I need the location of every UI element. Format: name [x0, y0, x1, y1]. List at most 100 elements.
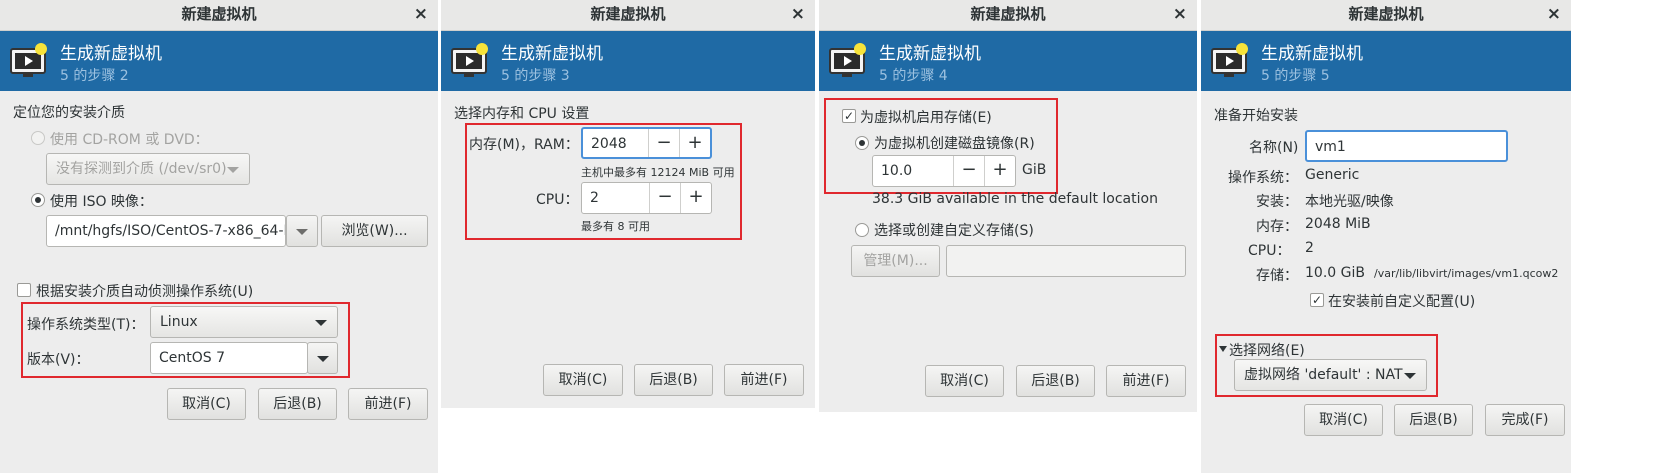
- memory-hint: 主机中最多有 12124 MiB 可用: [581, 166, 735, 179]
- close-icon[interactable]: ×: [414, 0, 428, 28]
- minus-button[interactable]: −: [648, 129, 679, 157]
- forward-button[interactable]: 前进(F): [1106, 365, 1186, 397]
- custom-storage-radio[interactable]: [855, 223, 869, 237]
- memory-value: 2048: [591, 136, 627, 152]
- install-label: 安装：: [1256, 194, 1298, 210]
- enable-storage-label: 为虚拟机启用存储(E): [860, 110, 992, 126]
- forward-button[interactable]: 前进(F): [348, 388, 428, 420]
- memory-value: 2048 MiB: [1305, 216, 1371, 232]
- os-value: Generic: [1305, 167, 1360, 183]
- vm-name-input[interactable]: vm1: [1305, 130, 1508, 162]
- plus-button[interactable]: +: [679, 129, 710, 157]
- cpu-value: 2: [590, 190, 599, 206]
- banner-step: 5 的步骤 2: [60, 68, 129, 84]
- customize-checkbox[interactable]: ✓: [1310, 293, 1324, 307]
- close-icon[interactable]: ×: [1173, 0, 1187, 28]
- cancel-button[interactable]: 取消(C): [167, 388, 246, 420]
- cdrom-combo[interactable]: 没有探测到介质 (/dev/sr0): [46, 153, 250, 185]
- memory-spinner[interactable]: 2048 − +: [581, 127, 712, 159]
- browse-button[interactable]: 浏览(W)...: [321, 215, 428, 247]
- dialog-step-3: 新建虚拟机 × 生成新虚拟机 5 的步骤 3 选择内存和 CPU 设置 内存(M…: [441, 0, 815, 408]
- install-value: 本地光驱/映像: [1305, 194, 1394, 210]
- banner-step: 5 的步骤 3: [501, 68, 570, 84]
- network-expander[interactable]: 选择网络(E): [1229, 340, 1305, 360]
- iso-label: 使用 ISO 映像：: [50, 194, 153, 210]
- storage-size: 10.0 GiB: [1305, 265, 1365, 281]
- memory-label: 内存：: [1256, 219, 1298, 235]
- network-combo[interactable]: 虚拟网络 'default' : NAT: [1234, 359, 1427, 391]
- back-button[interactable]: 后退(B): [258, 388, 337, 420]
- dialog-step-4: 新建虚拟机 × 生成新虚拟机 5 的步骤 4 ✓ 为虚拟机启用存储(E) 为虚拟…: [819, 0, 1197, 412]
- close-icon[interactable]: ×: [791, 0, 805, 28]
- version-label: 版本(V)：: [27, 352, 90, 368]
- back-button[interactable]: 后退(B): [1016, 365, 1095, 397]
- cdrom-radio[interactable]: [31, 131, 45, 145]
- chevron-down-icon: [1404, 373, 1416, 379]
- banner-step: 5 的步骤 4: [879, 68, 948, 84]
- version-dropdown[interactable]: [307, 342, 338, 374]
- minus-button[interactable]: −: [649, 183, 680, 213]
- cpu-hint: 最多有 8 可用: [581, 220, 650, 233]
- plus-button[interactable]: +: [680, 183, 711, 213]
- chevron-down-icon: [315, 320, 327, 326]
- monitor-icon: [1211, 43, 1248, 77]
- custom-storage-label: 选择或创建自定义存储(S): [874, 223, 1034, 239]
- titlebar: 新建虚拟机 ×: [441, 0, 815, 31]
- window-title: 新建虚拟机: [181, 5, 257, 23]
- autodetect-checkbox[interactable]: [17, 283, 31, 297]
- cpu-spinner[interactable]: 2 − +: [581, 182, 712, 214]
- back-button[interactable]: 后退(B): [1394, 404, 1473, 436]
- autodetect-label: 根据安装介质自动侦测操作系统(U): [36, 284, 254, 300]
- cpu-value: 2: [1305, 240, 1314, 256]
- banner-step: 5 的步骤 5: [1261, 68, 1330, 84]
- chevron-down-icon: [296, 229, 308, 235]
- window-title: 新建虚拟机: [590, 5, 666, 23]
- minus-button[interactable]: −: [953, 156, 984, 186]
- monitor-icon: [829, 43, 866, 77]
- window-title: 新建虚拟机: [1348, 5, 1424, 23]
- header-banner: 生成新虚拟机 5 的步骤 3: [441, 31, 815, 91]
- iso-path-input[interactable]: /mnt/hgfs/ISO/CentOS-7-x86_64-Mir: [46, 215, 286, 247]
- close-icon[interactable]: ×: [1547, 0, 1561, 28]
- cancel-button[interactable]: 取消(C): [925, 365, 1004, 397]
- customize-label: 在安装前自定义配置(U): [1328, 294, 1476, 310]
- banner-title: 生成新虚拟机: [879, 44, 981, 64]
- banner-title: 生成新虚拟机: [501, 44, 603, 64]
- disk-unit: GiB: [1022, 162, 1047, 178]
- header-banner: 生成新虚拟机 5 的步骤 5: [1201, 31, 1571, 91]
- cancel-button[interactable]: 取消(C): [543, 364, 623, 396]
- os-type-combo[interactable]: Linux: [150, 306, 338, 338]
- cpu-label: CPU：: [536, 192, 579, 208]
- header-banner: 生成新虚拟机 5 的步骤 4: [819, 31, 1197, 91]
- banner-title: 生成新虚拟机: [1261, 44, 1363, 64]
- disk-size-value: 10.0: [881, 163, 913, 179]
- manage-button[interactable]: 管理(M)...: [851, 245, 940, 277]
- iso-path-dropdown[interactable]: [286, 215, 318, 247]
- os-type-value: Linux: [160, 314, 198, 330]
- storage-path: /var/lib/libvirt/images/vm1.qcow2: [1374, 267, 1559, 280]
- version-input[interactable]: CentOS 7: [150, 342, 308, 374]
- monitor-icon: [10, 43, 47, 77]
- cpu-label: CPU：: [1248, 243, 1291, 259]
- forward-button[interactable]: 前进(F): [724, 364, 804, 396]
- plus-button[interactable]: +: [984, 156, 1015, 186]
- dialog-step-2: 新建虚拟机 × 生成新虚拟机 5 的步骤 2 定位您的安装介质 使用 CD-RO…: [0, 0, 438, 473]
- os-label: 操作系统：: [1228, 170, 1298, 186]
- storage-label: 存储：: [1256, 268, 1298, 284]
- finish-button[interactable]: 完成(F): [1485, 404, 1565, 436]
- memory-label: 内存(M)，RAM：: [469, 137, 579, 153]
- enable-storage-checkbox[interactable]: ✓: [842, 109, 856, 123]
- titlebar: 新建虚拟机 ×: [1201, 0, 1571, 31]
- expander-arrow-icon[interactable]: [1219, 346, 1227, 352]
- create-disk-radio[interactable]: [855, 136, 869, 150]
- create-disk-label: 为虚拟机创建磁盘镜像(R): [874, 136, 1035, 152]
- iso-radio[interactable]: [31, 193, 45, 207]
- back-button[interactable]: 后退(B): [634, 364, 713, 396]
- cancel-button[interactable]: 取消(C): [1304, 404, 1383, 436]
- section-title: 选择内存和 CPU 设置: [454, 106, 590, 122]
- custom-storage-path-input[interactable]: [946, 245, 1186, 277]
- chevron-down-icon: [317, 356, 329, 362]
- banner-title: 生成新虚拟机: [60, 44, 162, 64]
- disk-size-spinner[interactable]: 10.0 − +: [872, 155, 1016, 187]
- titlebar: 新建虚拟机 ×: [819, 0, 1197, 31]
